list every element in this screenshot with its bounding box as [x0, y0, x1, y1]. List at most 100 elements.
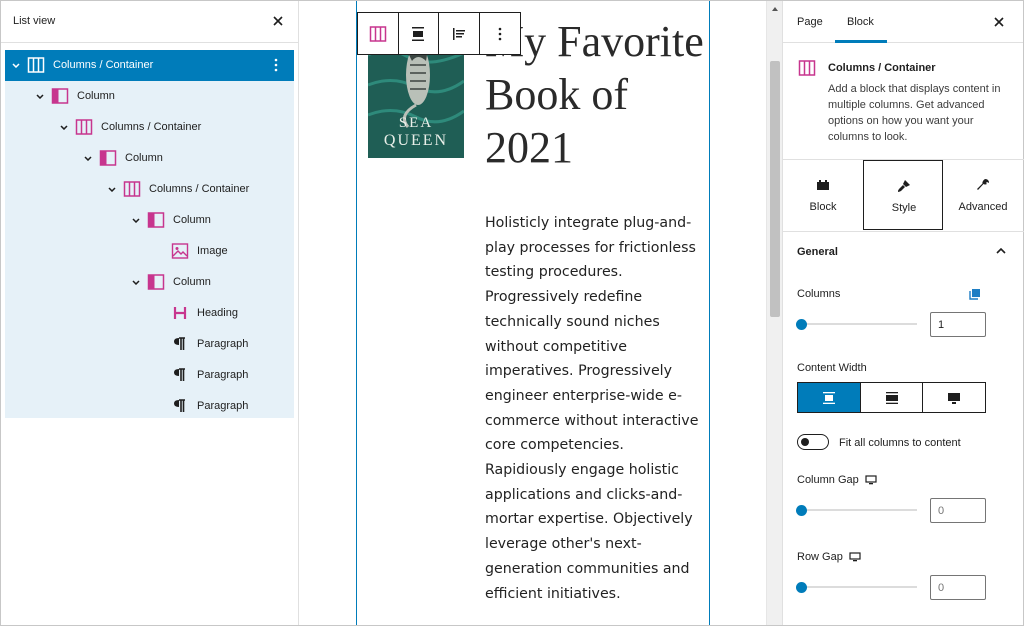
block-inspector: Page Block Columns / Container Add a blo…	[782, 1, 1024, 625]
wrench-icon	[975, 177, 991, 193]
list-item[interactable]: Paragraph	[5, 329, 294, 360]
list-item-label: Column	[125, 152, 163, 164]
block-tree: Columns / Container Column Columns / Conta…	[5, 50, 294, 418]
editor-canvas: SEA QUEEN My Favorite Book of 2021 Holis…	[300, 1, 766, 625]
subtab-style[interactable]: Style	[863, 160, 943, 230]
list-item-label: Column	[173, 214, 211, 226]
subtab-block-label: Block	[809, 201, 837, 213]
chevron-down-icon[interactable]	[59, 122, 69, 132]
paragraph-icon	[171, 366, 189, 384]
list-item-label: Paragraph	[197, 338, 249, 350]
block-toolbar	[357, 12, 521, 55]
columns-input[interactable]: 1	[930, 312, 986, 337]
close-icon[interactable]	[989, 12, 1009, 32]
justify-left-icon[interactable]	[439, 13, 480, 54]
desktop-icon[interactable]	[865, 475, 877, 485]
subtab-advanced[interactable]: Advanced	[943, 160, 1023, 230]
general-panel-header[interactable]: General	[783, 233, 1024, 271]
row-gap-input[interactable]: 0	[930, 575, 986, 600]
columns-icon	[27, 56, 45, 74]
list-item[interactable]: Paragraph	[5, 391, 294, 422]
align-icon[interactable]	[399, 13, 439, 54]
columns-slider[interactable]	[796, 319, 917, 330]
list-item-label: Paragraph	[197, 400, 249, 412]
paragraph-icon	[171, 335, 189, 353]
cover-title-line1: SEA	[398, 115, 434, 131]
list-item[interactable]: Column	[5, 267, 294, 298]
chevron-down-icon[interactable]	[131, 277, 141, 287]
columns-label: Columns	[797, 288, 840, 300]
list-item-label: Columns / Container	[53, 59, 154, 71]
paragraph-text[interactable]: Holisticly integrate plug-and-play proce…	[485, 211, 707, 606]
columns-block-icon[interactable]	[358, 13, 399, 54]
list-item[interactable]: Column	[5, 143, 294, 174]
list-item[interactable]: Paragraph	[5, 360, 294, 391]
list-item[interactable]: Column	[5, 205, 294, 236]
scrollbar-thumb[interactable]	[770, 61, 780, 317]
column-gap-slider[interactable]	[796, 505, 917, 516]
content-width-label: Content Width	[797, 362, 867, 374]
row-gap-label-text: Row Gap	[797, 551, 843, 563]
content-width-segmented	[797, 382, 986, 413]
fit-columns-label: Fit all columns to content	[839, 437, 961, 449]
scroll-up-icon[interactable]	[770, 5, 780, 13]
chevron-up-icon[interactable]	[994, 244, 1008, 258]
list-item[interactable]: Columns / Container	[5, 112, 294, 143]
general-panel-title: General	[797, 246, 838, 258]
column-icon	[147, 273, 165, 291]
block-card: Columns / Container Add a block that dis…	[783, 44, 1024, 160]
columns-icon	[123, 180, 141, 198]
more-options-icon[interactable]	[268, 57, 284, 73]
tab-page[interactable]: Page	[797, 16, 823, 28]
width-wide-button[interactable]	[860, 383, 924, 412]
fit-columns-toggle[interactable]	[797, 434, 829, 450]
chevron-down-icon[interactable]	[35, 91, 45, 101]
list-item[interactable]: Columns / Container	[5, 50, 294, 81]
width-default-button[interactable]	[798, 383, 861, 412]
list-item-label: Column	[77, 90, 115, 102]
list-item-label: Column	[173, 276, 211, 288]
desktop-icon[interactable]	[849, 552, 861, 562]
more-options-icon[interactable]	[480, 13, 520, 54]
subtab-advanced-label: Advanced	[958, 201, 1008, 213]
subtab-block[interactable]: Block	[783, 160, 863, 230]
chevron-down-icon[interactable]	[131, 215, 141, 225]
list-item[interactable]: Column	[5, 81, 294, 112]
list-view-header: List view	[1, 1, 298, 43]
paragraph-icon	[171, 397, 189, 415]
row-gap-slider[interactable]	[796, 582, 917, 593]
width-full-button[interactable]	[923, 383, 986, 412]
close-icon[interactable]	[268, 11, 288, 31]
tab-block[interactable]: Block	[847, 16, 874, 28]
chevron-down-icon[interactable]	[83, 153, 93, 163]
active-tab-indicator	[835, 40, 887, 43]
chevron-down-icon[interactable]	[11, 60, 21, 70]
list-item-label: Image	[197, 245, 228, 257]
inspector-tabs: Page Block	[783, 1, 1023, 43]
column-gap-input[interactable]: 0	[930, 498, 986, 523]
list-view-panel: List view Columns / Container Column Colum…	[1, 1, 299, 625]
copy-icon[interactable]	[969, 288, 981, 300]
chevron-down-icon[interactable]	[107, 184, 117, 194]
columns-icon	[75, 118, 93, 136]
content-width-label-text: Content Width	[797, 362, 867, 374]
column-icon	[99, 149, 117, 167]
slider-knob[interactable]	[796, 505, 807, 516]
columns-icon	[798, 60, 816, 76]
list-item[interactable]: Heading	[5, 298, 294, 329]
list-item[interactable]: Columns / Container	[5, 174, 294, 205]
block-card-description: Add a block that displays content in mul…	[828, 83, 1001, 143]
list-item[interactable]: Image	[5, 236, 294, 267]
column-gap-label: Column Gap	[797, 474, 877, 486]
column-icon	[147, 211, 165, 229]
list-item-label: Paragraph	[197, 369, 249, 381]
list-item-label: Columns / Container	[101, 121, 202, 133]
columns-label-text: Columns	[797, 288, 841, 300]
row-gap-label: Row Gap	[797, 551, 861, 563]
canvas-scrollbar[interactable]	[766, 1, 782, 625]
settings-subtabs: Block Style Advanced	[783, 160, 1024, 232]
brush-icon	[896, 178, 912, 194]
image-icon	[171, 242, 189, 260]
slider-knob[interactable]	[796, 582, 807, 593]
slider-knob[interactable]	[796, 319, 807, 330]
